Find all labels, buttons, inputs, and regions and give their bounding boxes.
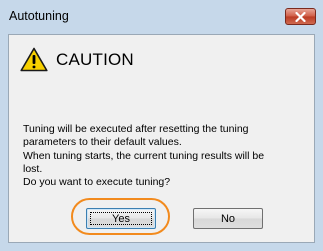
window-frame-bottom <box>0 243 323 251</box>
window-title: Autotuning <box>9 9 69 23</box>
message-line: Tuning will be executed after resetting … <box>23 123 249 135</box>
no-button[interactable]: No <box>193 208 263 229</box>
caution-title: CAUTION <box>56 49 134 69</box>
focus-indicator <box>90 212 152 225</box>
window-frame-left <box>0 34 8 251</box>
message-line: When tuning starts, the current tuning r… <box>23 150 265 162</box>
no-button-label: No <box>220 212 236 225</box>
message-line: lost. <box>23 163 43 175</box>
close-icon <box>295 11 306 22</box>
warning-icon <box>20 47 48 72</box>
message-line: parameters to their default values. <box>23 136 182 148</box>
close-button[interactable] <box>285 8 316 25</box>
yes-button[interactable]: Yes <box>86 208 156 229</box>
message-line: Do you want to execute tuning? <box>23 176 171 188</box>
title-bar[interactable]: Autotuning <box>0 0 323 35</box>
window-frame-right <box>315 34 323 251</box>
dialog-body: CAUTION Tuning will be executed after re… <box>8 34 315 243</box>
caution-heading: CAUTION <box>20 47 134 72</box>
autotuning-dialog: Autotuning CAUTION Tuning will be execut… <box>0 0 323 251</box>
